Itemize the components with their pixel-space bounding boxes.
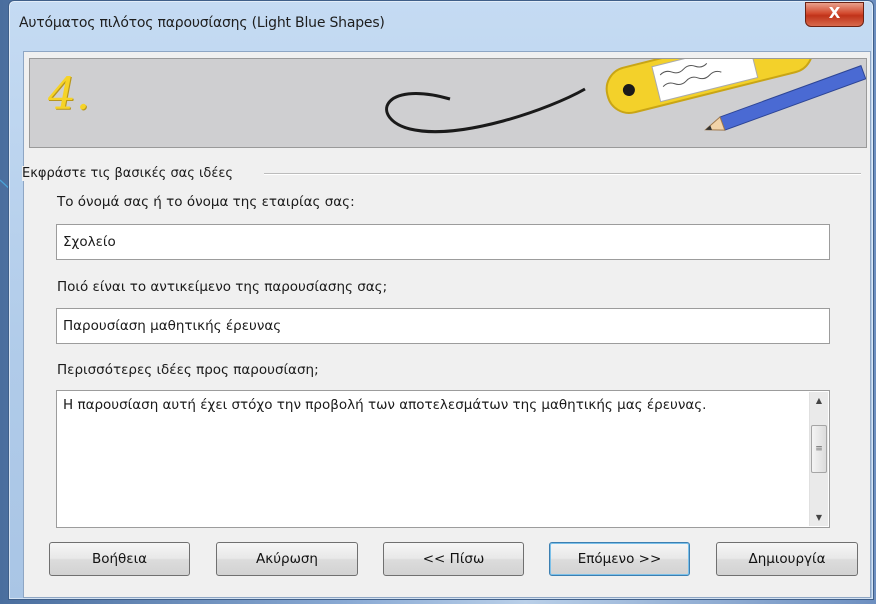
close-button[interactable]: X [805, 2, 864, 27]
cancel-button[interactable]: Ακύρωση [216, 542, 358, 576]
wizard-window: Αυτόματος πιλότος παρουσίασης (Light Blu… [8, 0, 874, 600]
step-banner: 4. [29, 58, 867, 148]
subject-label: Ποιό είναι το αντικείμενο της παρουσίαση… [57, 279, 388, 295]
ideas-text: Η παρουσίαση αυτή έχει στόχο την προβολή… [63, 397, 707, 413]
help-button[interactable]: Βοήθεια [49, 542, 190, 576]
close-icon: X [828, 4, 841, 22]
textarea-scrollbar[interactable]: ▲ ≡ ▼ [809, 392, 828, 526]
arrow-up-icon[interactable]: ▲ [810, 392, 828, 409]
name-input[interactable]: Σχολείο [56, 224, 830, 260]
create-button[interactable]: Δημιουργία [716, 542, 858, 576]
name-label: Το όνομά σας ή το όνομα της εταιρίας σας… [57, 194, 355, 210]
pencil-icon [704, 65, 866, 131]
window-title: Αυτόματος πιλότος παρουσίασης (Light Blu… [19, 15, 385, 31]
scroll-thumb[interactable]: ≡ [811, 425, 827, 473]
next-button[interactable]: Επόμενο >> [549, 542, 690, 576]
section-divider [264, 173, 861, 175]
ideas-label: Περισσότερες ιδέες προς παρουσίαση; [57, 362, 319, 378]
subject-input[interactable]: Παρουσίαση μαθητικής έρευνας [56, 308, 830, 344]
ideas-textarea[interactable]: Η παρουσίαση αυτή έχει στόχο την προβολή… [56, 390, 830, 528]
back-button[interactable]: << Πίσω [383, 542, 524, 576]
arrow-down-icon[interactable]: ▼ [810, 509, 828, 526]
section-title: Εκφράστε τις βασικές σας ιδέες [22, 166, 240, 181]
dialog-body: 4. Εκφράστε τις βασικές σας ιδέες Το όνο… [22, 51, 871, 598]
